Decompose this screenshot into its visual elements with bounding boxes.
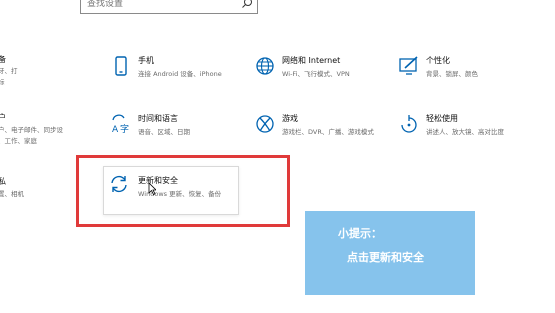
settings-search-box[interactable] [80, 0, 258, 14]
refresh-icon [111, 175, 127, 193]
globe-icon [256, 57, 274, 75]
xbox-icon [256, 115, 274, 133]
phone-icon [115, 56, 127, 76]
tip-text: 点击更新和安全 [347, 251, 424, 264]
ease-of-access-icon [401, 115, 417, 133]
tip-box: 小提示： 点击更新和安全 [305, 211, 475, 295]
category-title: 游戏 [282, 114, 298, 123]
search-input[interactable] [87, 0, 237, 11]
category-title: 私 [0, 177, 6, 186]
category-title: 网络和 Internet [282, 56, 341, 65]
category-desc: 讲述人、放大镜、高对比度 [426, 128, 504, 136]
category-time-language[interactable]: A 字 时间和语言 语音、区域、日期 [110, 113, 260, 153]
category-title: 更新和安全 [138, 176, 178, 185]
mouse-cursor-icon [148, 183, 156, 195]
svg-text:字: 字 [120, 123, 129, 135]
category-desc: 语音、区域、日期 [138, 128, 190, 136]
svg-text:A: A [112, 125, 119, 135]
category-desc: 牙、打 [0, 67, 18, 75]
category-desc: 连接 Android 设备、iPhone [138, 70, 222, 78]
category-desc: 标 [0, 78, 5, 86]
paintbrush-monitor-icon [399, 56, 418, 75]
category-desc: 、工作、家庭 [0, 137, 37, 145]
category-title: 备 [0, 55, 6, 64]
category-desc: 置、相机 [0, 190, 24, 198]
category-title: 户 [0, 113, 6, 122]
category-phone[interactable]: 手机 连接 Android 设备、iPhone [110, 55, 260, 95]
category-personalization[interactable]: 个性化 背景、锁屏、颜色 [398, 55, 548, 95]
category-title: 轻松使用 [426, 114, 458, 123]
category-title: 个性化 [426, 56, 450, 65]
time-language-icon: A 字 [112, 114, 129, 135]
search-icon[interactable] [240, 0, 254, 10]
category-update-security[interactable]: 更新和安全 Windows 更新、恢复、备份 [103, 166, 239, 215]
category-gaming[interactable]: 游戏 游戏栏、DVR、广播、游戏模式 [254, 113, 404, 153]
category-title: 时间和语言 [138, 114, 178, 123]
category-desc: Wi-Fi、飞行模式、VPN [282, 70, 350, 78]
category-ease-of-access[interactable]: 轻松使用 讲述人、放大镜、高对比度 [398, 113, 548, 153]
category-desc: 游戏栏、DVR、广播、游戏模式 [282, 128, 374, 136]
category-desc: 背景、锁屏、颜色 [426, 70, 478, 78]
tip-heading: 小提示： [338, 227, 382, 240]
category-desc: 户、电子邮件、同步设 [0, 126, 63, 134]
category-title: 手机 [138, 56, 154, 65]
category-network-internet[interactable]: 网络和 Internet Wi-Fi、飞行模式、VPN [254, 55, 404, 95]
